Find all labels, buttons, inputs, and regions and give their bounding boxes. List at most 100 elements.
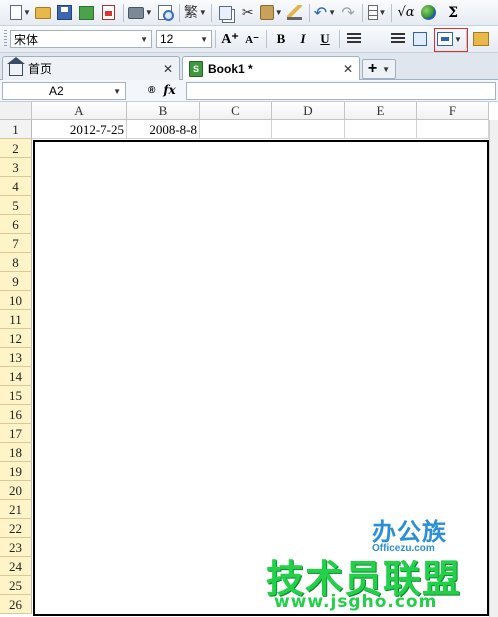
- hyperlink-button[interactable]: [418, 2, 438, 24]
- align-center-button[interactable]: [366, 28, 386, 50]
- row-header-2[interactable]: 2: [0, 139, 32, 158]
- row-header-8[interactable]: 8: [0, 253, 32, 272]
- undo-button[interactable]: ↶ ▼: [314, 2, 336, 24]
- watermark-brand: 办公族: [372, 518, 447, 546]
- underline-button[interactable]: U: [315, 28, 335, 50]
- tab-book1[interactable]: S Book1 * ✕: [182, 56, 360, 81]
- row-header-19[interactable]: 19: [0, 462, 32, 481]
- row-header-15[interactable]: 15: [0, 386, 32, 405]
- chevron-down-icon[interactable]: ▼: [113, 87, 121, 96]
- insert-function-icon[interactable]: fx: [163, 83, 175, 97]
- toolbar-grip[interactable]: [4, 30, 7, 48]
- row-column-button[interactable]: ▼: [367, 2, 387, 24]
- cell-d1[interactable]: [272, 120, 345, 139]
- export-button[interactable]: [77, 2, 97, 24]
- row-header-10[interactable]: 10: [0, 291, 32, 310]
- font-name-select[interactable]: 宋体 ▼: [10, 30, 152, 48]
- decrease-font-button[interactable]: A⁻: [242, 28, 262, 50]
- cut-button[interactable]: ✂: [238, 2, 258, 24]
- column-header-e[interactable]: E: [345, 102, 417, 120]
- select-all-corner[interactable]: [0, 102, 32, 120]
- formula-input[interactable]: [186, 82, 496, 100]
- paste-button[interactable]: ▼: [259, 2, 283, 24]
- row-column-icon: [367, 5, 378, 20]
- row-header-9[interactable]: 9: [0, 272, 32, 291]
- toolbar-separator: [122, 3, 124, 22]
- row-header-7[interactable]: 7: [0, 234, 32, 253]
- row-header-26[interactable]: 26: [0, 595, 32, 614]
- cell-c1[interactable]: [200, 120, 272, 139]
- row-header-25[interactable]: 25: [0, 576, 32, 595]
- column-header-d[interactable]: D: [272, 102, 345, 120]
- sigma-label: Σ: [448, 4, 458, 21]
- align-left-button[interactable]: [344, 28, 364, 50]
- wrap-text-button[interactable]: [410, 28, 430, 50]
- row-header-11[interactable]: 11: [0, 310, 32, 329]
- row-header-20[interactable]: 20: [0, 481, 32, 500]
- name-box[interactable]: A2 ▼: [2, 82, 126, 100]
- row-header-12[interactable]: 12: [0, 329, 32, 348]
- row-header-4[interactable]: 4: [0, 177, 32, 196]
- more-tools-icon: [472, 32, 489, 46]
- open-button[interactable]: [33, 2, 53, 24]
- print-preview-button[interactable]: [155, 2, 175, 24]
- print-button[interactable]: ▼: [127, 2, 153, 24]
- row-header-22[interactable]: 22: [0, 519, 32, 538]
- column-header-f[interactable]: F: [417, 102, 489, 120]
- column-header-a[interactable]: A: [32, 102, 127, 120]
- close-icon[interactable]: ✕: [343, 62, 353, 76]
- row-header-21[interactable]: 21: [0, 500, 32, 519]
- more-tools-button[interactable]: [471, 28, 491, 50]
- cell-a1[interactable]: 2012-7-25: [32, 120, 127, 139]
- vertical-scrollbar[interactable]: [489, 120, 498, 617]
- chevron-down-icon: ▼: [198, 8, 207, 17]
- redo-button[interactable]: ↷: [338, 2, 358, 24]
- column-header-b[interactable]: B: [127, 102, 200, 120]
- close-icon[interactable]: ✕: [163, 62, 173, 76]
- italic-button[interactable]: I: [293, 28, 313, 50]
- new-tab-button[interactable]: + ▼: [362, 59, 396, 79]
- zoom-icon[interactable]: ®: [148, 85, 155, 96]
- autosum-button[interactable]: Σ: [443, 2, 463, 24]
- cell-b1[interactable]: 2008-8-8: [127, 120, 200, 139]
- toolbar-separator: [339, 30, 340, 48]
- align-left-icon: [347, 33, 361, 45]
- align-center-icon: [369, 33, 383, 45]
- export-pdf-button[interactable]: [99, 2, 119, 24]
- align-right-button[interactable]: [388, 28, 408, 50]
- cell-f1[interactable]: [417, 120, 489, 139]
- bold-button[interactable]: B: [271, 28, 291, 50]
- format-painter-icon: [287, 5, 303, 20]
- formula-bar: A2 ▼ ® fx: [0, 80, 498, 102]
- save-button[interactable]: [55, 2, 75, 24]
- cell-e1[interactable]: [345, 120, 417, 139]
- row-header-16[interactable]: 16: [0, 405, 32, 424]
- row-header-14[interactable]: 14: [0, 367, 32, 386]
- column-header-c[interactable]: C: [200, 102, 272, 120]
- export-icon: [79, 5, 95, 20]
- row-header-13[interactable]: 13: [0, 348, 32, 367]
- format-painter-button[interactable]: [285, 2, 305, 24]
- row-header-1[interactable]: 1: [0, 120, 32, 139]
- row-header-3[interactable]: 3: [0, 158, 32, 177]
- tab-home[interactable]: 首页 ✕: [2, 56, 180, 80]
- row-header-18[interactable]: 18: [0, 443, 32, 462]
- font-name-value: 宋体: [14, 32, 39, 47]
- row-header-17[interactable]: 17: [0, 424, 32, 443]
- row-header-6[interactable]: 6: [0, 215, 32, 234]
- tab-home-label: 首页: [28, 62, 53, 76]
- row-header-5[interactable]: 5: [0, 196, 32, 215]
- new-document-button[interactable]: ▼: [10, 2, 31, 24]
- row-header-24[interactable]: 24: [0, 557, 32, 576]
- increase-font-button[interactable]: A⁺: [220, 28, 240, 50]
- font-size-select[interactable]: 12 ▼: [156, 30, 212, 48]
- chevron-down-icon: ▼: [378, 8, 387, 17]
- print-preview-icon: [157, 5, 174, 21]
- copy-button[interactable]: [216, 2, 236, 24]
- toolbar-separator: [215, 30, 216, 48]
- formula-editor-button[interactable]: √α: [396, 2, 416, 24]
- chevron-down-icon[interactable]: ▼: [382, 65, 390, 74]
- row-header-23[interactable]: 23: [0, 538, 32, 557]
- redo-icon: ↷: [341, 2, 355, 22]
- traditional-chinese-button[interactable]: 繁 ▼: [184, 2, 207, 24]
